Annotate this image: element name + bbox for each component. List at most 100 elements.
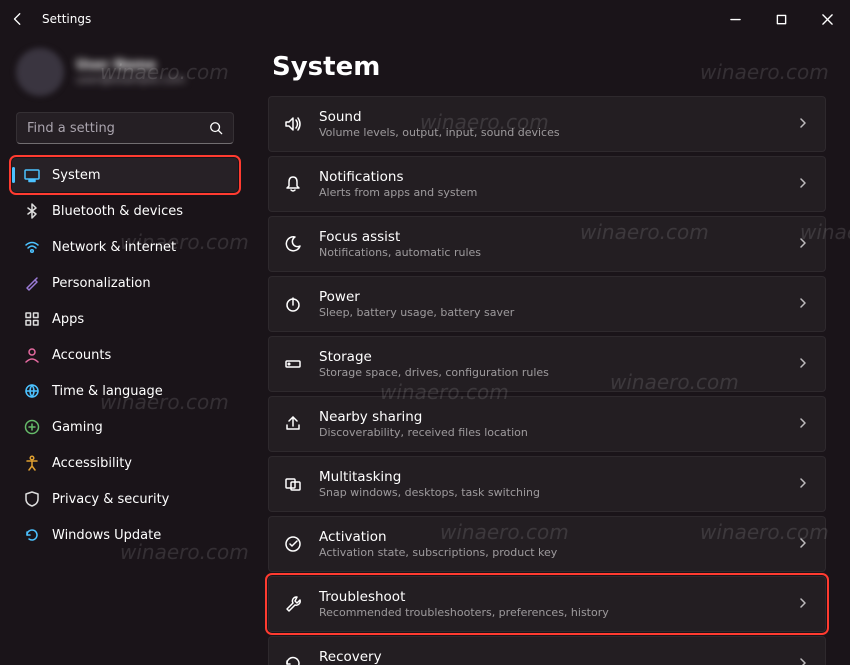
- card-title: Multitasking: [319, 469, 797, 485]
- chevron-right-icon: [797, 357, 811, 371]
- nav-label: Accessibility: [52, 456, 132, 471]
- nav-item-time-language[interactable]: Time & language: [12, 374, 238, 408]
- nav-item-windows-update[interactable]: Windows Update: [12, 518, 238, 552]
- nav-item-apps[interactable]: Apps: [12, 302, 238, 336]
- moon-icon: [283, 234, 303, 254]
- maximize-button[interactable]: [758, 3, 804, 35]
- search-icon: [209, 121, 223, 135]
- card-subtitle: Discoverability, received files location: [319, 426, 797, 439]
- window-title: Settings: [42, 12, 91, 26]
- chevron-right-icon: [797, 297, 811, 311]
- chevron-right-icon: [797, 237, 811, 251]
- card-nearby-sharing[interactable]: Nearby sharing Discoverability, received…: [268, 396, 826, 452]
- globe-icon: [24, 383, 40, 399]
- accessibility-icon: [24, 455, 40, 471]
- card-recovery[interactable]: Recovery Reset, advanced startup, go bac…: [268, 636, 826, 665]
- bluetooth-icon: [24, 203, 40, 219]
- paintbrush-icon: [24, 275, 40, 291]
- nav-label: Privacy & security: [52, 492, 169, 507]
- card-subtitle: Recommended troubleshooters, preferences…: [319, 606, 797, 619]
- chevron-right-icon: [797, 177, 811, 191]
- card-focus-assist[interactable]: Focus assist Notifications, automatic ru…: [268, 216, 826, 272]
- bell-icon: [283, 174, 303, 194]
- activation-icon: [283, 534, 303, 554]
- nav-item-system[interactable]: System: [12, 158, 238, 192]
- accounts-icon: [24, 347, 40, 363]
- card-subtitle: Sleep, battery usage, battery saver: [319, 306, 797, 319]
- sound-icon: [283, 114, 303, 134]
- card-title: Activation: [319, 529, 797, 545]
- nav-label: Gaming: [52, 420, 103, 435]
- apps-icon: [24, 311, 40, 327]
- chevron-right-icon: [797, 117, 811, 131]
- card-storage[interactable]: Storage Storage space, drives, configura…: [268, 336, 826, 392]
- card-title: Troubleshoot: [319, 589, 797, 605]
- gaming-icon: [24, 419, 40, 435]
- wrench-icon: [283, 594, 303, 614]
- nav-label: Bluetooth & devices: [52, 204, 183, 219]
- card-title: Focus assist: [319, 229, 797, 245]
- card-sound[interactable]: Sound Volume levels, output, input, soun…: [268, 96, 826, 152]
- shield-icon: [24, 491, 40, 507]
- card-troubleshoot[interactable]: Troubleshoot Recommended troubleshooters…: [268, 576, 826, 632]
- card-title: Sound: [319, 109, 797, 125]
- card-title: Power: [319, 289, 797, 305]
- page-title: System: [272, 52, 826, 82]
- recovery-icon: [283, 654, 303, 665]
- main-panel: System Sound Volume levels, output, inpu…: [250, 38, 850, 665]
- nav-item-privacy[interactable]: Privacy & security: [12, 482, 238, 516]
- nav-label: Network & internet: [52, 240, 176, 255]
- nav-label: System: [52, 168, 100, 183]
- nav-label: Apps: [52, 312, 84, 327]
- chevron-right-icon: [797, 657, 811, 665]
- search-box[interactable]: [16, 112, 234, 144]
- nav-item-gaming[interactable]: Gaming: [12, 410, 238, 444]
- chevron-right-icon: [797, 537, 811, 551]
- nav-item-network[interactable]: Network & internet: [12, 230, 238, 264]
- update-icon: [24, 527, 40, 543]
- wifi-icon: [24, 239, 40, 255]
- card-subtitle: Alerts from apps and system: [319, 186, 797, 199]
- chevron-right-icon: [797, 597, 811, 611]
- minimize-button[interactable]: [712, 3, 758, 35]
- user-profile[interactable]: User Name user@example.com: [10, 38, 240, 112]
- power-icon: [283, 294, 303, 314]
- back-button[interactable]: [10, 11, 26, 27]
- card-subtitle: Volume levels, output, input, sound devi…: [319, 126, 797, 139]
- card-multitasking[interactable]: Multitasking Snap windows, desktops, tas…: [268, 456, 826, 512]
- storage-icon: [283, 354, 303, 374]
- titlebar: Settings: [0, 0, 850, 38]
- nav-item-bluetooth[interactable]: Bluetooth & devices: [12, 194, 238, 228]
- system-icon: [24, 167, 40, 183]
- nav-label: Accounts: [52, 348, 111, 363]
- card-subtitle: Storage space, drives, configuration rul…: [319, 366, 797, 379]
- card-subtitle: Activation state, subscriptions, product…: [319, 546, 797, 559]
- settings-list: Sound Volume levels, output, input, soun…: [268, 96, 826, 665]
- card-title: Nearby sharing: [319, 409, 797, 425]
- card-title: Storage: [319, 349, 797, 365]
- card-subtitle: Notifications, automatic rules: [319, 246, 797, 259]
- close-button[interactable]: [804, 3, 850, 35]
- search-input[interactable]: [27, 121, 209, 136]
- nav-label: Personalization: [52, 276, 151, 291]
- nav-item-personalization[interactable]: Personalization: [12, 266, 238, 300]
- card-subtitle: Snap windows, desktops, task switching: [319, 486, 797, 499]
- multitasking-icon: [283, 474, 303, 494]
- nav-item-accessibility[interactable]: Accessibility: [12, 446, 238, 480]
- sidebar: User Name user@example.com System Blueto…: [0, 38, 250, 665]
- nav-list: System Bluetooth & devices Network & int…: [10, 158, 240, 552]
- card-notifications[interactable]: Notifications Alerts from apps and syste…: [268, 156, 826, 212]
- nav-item-accounts[interactable]: Accounts: [12, 338, 238, 372]
- card-power[interactable]: Power Sleep, battery usage, battery save…: [268, 276, 826, 332]
- nav-label: Windows Update: [52, 528, 161, 543]
- user-name: User Name: [76, 58, 185, 73]
- chevron-right-icon: [797, 417, 811, 431]
- nav-label: Time & language: [52, 384, 163, 399]
- user-email: user@example.com: [76, 73, 185, 86]
- chevron-right-icon: [797, 477, 811, 491]
- avatar: [16, 48, 64, 96]
- share-icon: [283, 414, 303, 434]
- card-title: Recovery: [319, 649, 797, 665]
- card-activation[interactable]: Activation Activation state, subscriptio…: [268, 516, 826, 572]
- card-title: Notifications: [319, 169, 797, 185]
